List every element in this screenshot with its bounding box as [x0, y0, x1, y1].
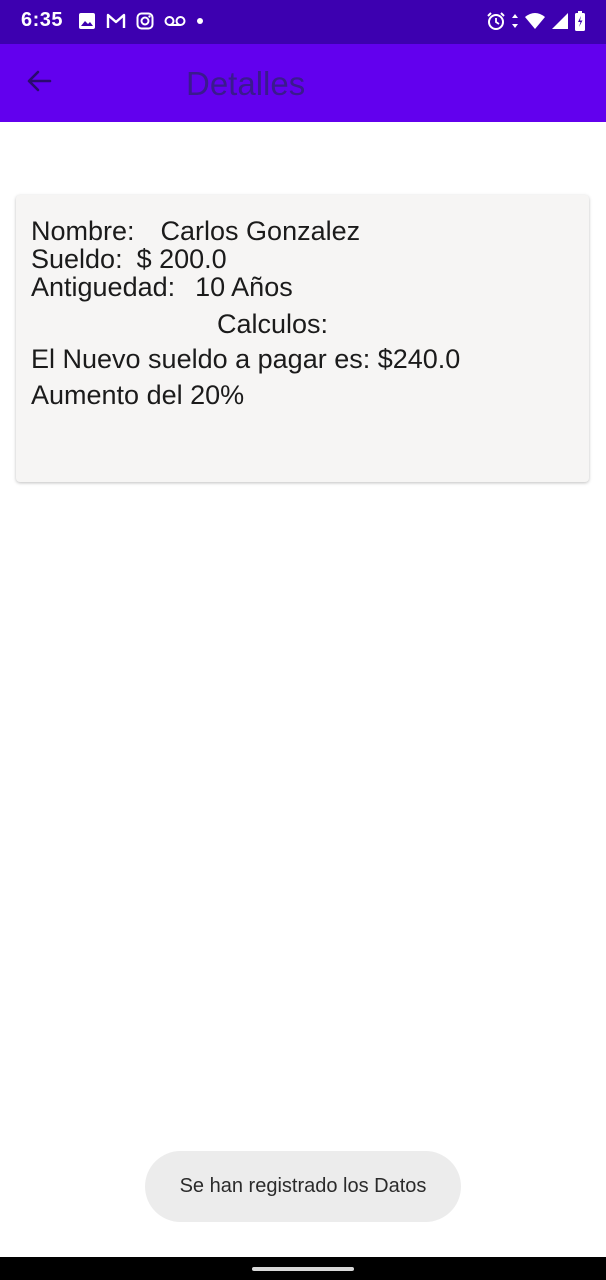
voicemail-icon: [164, 15, 186, 27]
sueldo-label: Sueldo:: [31, 244, 123, 274]
data-arrows-icon: [511, 13, 519, 29]
antiguedad-label: Antiguedad:: [31, 272, 176, 302]
toast-message: Se han registrado los Datos: [145, 1151, 461, 1222]
status-time: 6:35: [21, 9, 64, 31]
image-icon: [78, 12, 96, 30]
app-bar: Detalles: [0, 44, 606, 122]
alarm-icon: [486, 11, 506, 31]
navigation-bar: [0, 1257, 606, 1280]
antiguedad-row: Antiguedad: 10 Años: [31, 271, 293, 303]
signal-icon: [551, 12, 569, 30]
antiguedad-value: 10 Años: [195, 272, 293, 302]
sueldo-value: $ 200.0: [136, 244, 227, 274]
screen: 6:35 Detalles Nombre: Carlos Gonzalez Su…: [0, 0, 606, 1280]
calculos-heading: Calculos:: [217, 309, 329, 339]
dot-icon: [196, 17, 204, 25]
back-button[interactable]: [20, 64, 58, 102]
home-gesture-handle[interactable]: [252, 1267, 354, 1271]
nuevo-sueldo-text: El Nuevo sueldo a pagar es: $240.0: [31, 344, 461, 374]
nombre-label: Nombre:: [31, 216, 135, 246]
gmail-icon: [106, 13, 126, 29]
nombre-value: Carlos Gonzalez: [160, 216, 361, 246]
system-icons: [486, 10, 586, 32]
status-bar: 6:35: [0, 0, 606, 44]
battery-icon: [574, 11, 586, 31]
arrow-left-icon: [26, 68, 52, 99]
notification-icons: [78, 11, 204, 31]
details-card: Nombre: Carlos Gonzalez Sueldo: $ 200.0 An…: [16, 195, 589, 482]
aumento-text: Aumento del 20%: [31, 380, 245, 410]
wifi-icon: [524, 12, 546, 30]
toast-text: Se han registrado los Datos: [179, 1175, 427, 1197]
instagram-icon: [136, 12, 154, 30]
page-title: Detalles: [186, 65, 306, 102]
